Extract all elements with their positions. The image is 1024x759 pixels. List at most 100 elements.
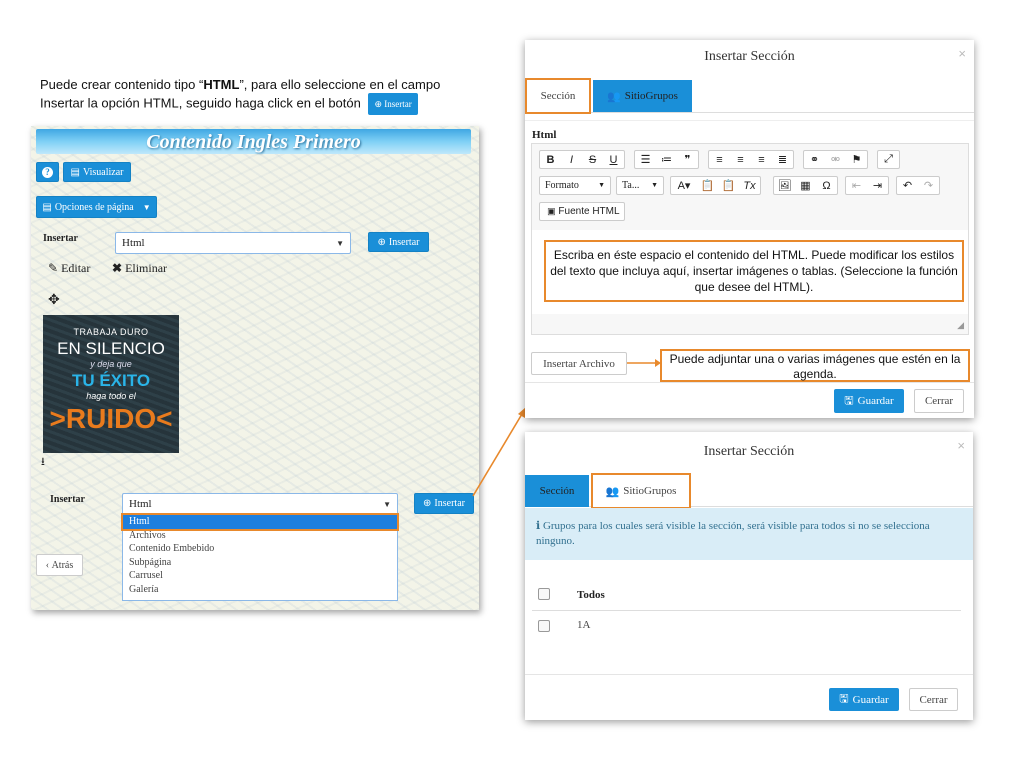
chevron-left-icon: ‹: [45, 559, 50, 571]
indent-toolbar: ⇤ ⇥: [845, 176, 889, 195]
close-icon[interactable]: ×: [958, 46, 966, 61]
remove-format-icon[interactable]: Tx: [739, 180, 760, 192]
editor-instruction-note: Escriba en éste espacio el contenido del…: [544, 240, 964, 302]
users-icon: 👥: [605, 485, 620, 498]
italic-icon[interactable]: I: [561, 154, 582, 166]
save-button[interactable]: 🖫 Guardar: [834, 389, 904, 413]
bold-icon[interactable]: B: [540, 154, 561, 166]
option-html[interactable]: Html: [121, 513, 399, 531]
list-toolbar: ☰ ≔ ❞: [634, 150, 699, 169]
content-image: TRABAJA DURO EN SILENCIO y deja que TU É…: [43, 315, 179, 453]
size-select[interactable]: Ta... ▼: [616, 176, 664, 195]
insert-section-dialog-1: Insertar Sección × Sección 👥 SitioGrupos …: [525, 40, 974, 418]
resize-handle-icon[interactable]: ◢: [957, 320, 964, 331]
pencil-icon: ✎: [48, 261, 59, 275]
close-icon: ✖: [112, 261, 123, 275]
insert-type-select-open[interactable]: Html ▼: [122, 493, 398, 515]
save-button[interactable]: 🖫 Guardar: [829, 688, 899, 711]
close-button[interactable]: Cerrar: [909, 688, 958, 711]
document-icon: ▤: [42, 201, 52, 213]
flag-icon[interactable]: ⚑: [846, 153, 867, 166]
plus-circle-icon: ⊕: [423, 498, 432, 509]
bullet-list-icon[interactable]: ☰: [635, 153, 656, 166]
delete-link[interactable]: ✖ Eliminar: [112, 261, 167, 276]
undo-icon[interactable]: ↶: [897, 179, 918, 192]
html-editor: BISU ☰ ≔ ❞ ≡ ≡ ≡ ≣ ⚭ ⚮ ⚑ ⤢ Formato ▼ Ta... ▼ A▾ 📋 📋…: [531, 143, 969, 335]
justify-icon[interactable]: ≣: [772, 153, 793, 166]
page-options-button[interactable]: ▤ Opciones de página ▼: [36, 196, 157, 218]
group-checkbox[interactable]: [538, 620, 550, 632]
caret-down-icon: ▼: [651, 182, 658, 189]
caret-down-icon: ▼: [383, 499, 391, 509]
image-text-5: haga todo el: [86, 391, 136, 401]
group-name: 1A: [577, 619, 591, 631]
option-contenido-embebido[interactable]: Contenido Embebido: [123, 542, 397, 556]
tab-sitiogrupos[interactable]: 👥 SitioGrupos: [591, 473, 691, 509]
insert-button-2[interactable]: ⊕ Insertar: [414, 493, 474, 514]
indent-icon[interactable]: ⇥: [867, 179, 888, 192]
file-instruction-note: Puede adjuntar una o varias imágenes que…: [660, 349, 970, 382]
unlink-icon[interactable]: ⚮: [825, 153, 846, 166]
tab-seccion[interactable]: Sección: [525, 475, 589, 507]
table-icon[interactable]: ▦: [795, 179, 816, 192]
plus-circle-icon: ⊕: [377, 236, 386, 248]
option-subpagina[interactable]: Subpágina: [123, 556, 397, 570]
intro-insert-button: ⊕ Insertar: [368, 93, 418, 115]
link-icon[interactable]: ⚭: [804, 153, 825, 166]
undo-toolbar: ↶ ↷: [896, 176, 940, 195]
note-arrow: [627, 359, 661, 367]
move-icon[interactable]: ✥: [48, 292, 60, 309]
omega-icon[interactable]: Ω: [816, 180, 837, 192]
insert-button[interactable]: ⊕ Insertar: [368, 232, 429, 252]
format-toolbar: BISU: [539, 150, 625, 169]
align-left-icon[interactable]: ≡: [709, 154, 730, 166]
save-icon: 🖫: [844, 394, 854, 407]
tab-seccion[interactable]: Sección: [525, 78, 591, 114]
close-icon[interactable]: ×: [957, 438, 965, 453]
paste-word-icon[interactable]: 📋: [718, 179, 739, 192]
tab-sitiogrupos[interactable]: 👥 SitioGrupos: [593, 80, 692, 112]
blockquote-icon[interactable]: ❞: [677, 153, 698, 166]
format-select[interactable]: Formato ▼: [539, 176, 611, 195]
numbered-list-icon[interactable]: ≔: [656, 153, 677, 166]
option-galeria[interactable]: Galería: [123, 583, 397, 597]
html-field-label: Html: [532, 129, 557, 141]
align-center-icon[interactable]: ≡: [730, 154, 751, 166]
image-text-1: TRABAJA DURO: [73, 327, 149, 337]
help-icon: ?: [42, 166, 53, 178]
source-html-button[interactable]: ▣ Fuente HTML: [539, 202, 625, 221]
image-text-6: >RUIDO<: [49, 403, 173, 434]
info-alert: ℹ Grupos para los cuales será visible la…: [525, 508, 973, 560]
insert-file-button[interactable]: Insertar Archivo: [531, 352, 627, 375]
help-button[interactable]: ?: [36, 162, 59, 182]
back-button[interactable]: ‹ Atrás: [36, 554, 83, 576]
save-icon: 🖫: [839, 693, 849, 705]
download-icon[interactable]: ⭳: [41, 453, 45, 472]
color-toolbar: A▾ 📋 📋 Tx: [670, 176, 761, 195]
connector-arrow: [472, 407, 526, 497]
redo-icon[interactable]: ↷: [918, 179, 939, 192]
edit-link[interactable]: ✎ Editar: [48, 261, 90, 276]
paste-icon[interactable]: 📋: [697, 179, 718, 192]
caret-down-icon: ▼: [336, 238, 344, 248]
dialog-title: Insertar Sección: [703, 444, 795, 459]
maximize-toolbar: ⤢: [877, 150, 900, 169]
insert-type-options: Html Archivos Contenido Embebido Subpági…: [121, 513, 399, 601]
insert-toolbar: 🖼 ▦ Ω: [773, 176, 838, 195]
dialog-title: Insertar Sección: [704, 49, 795, 64]
underline-icon[interactable]: U: [603, 154, 624, 166]
align-right-icon[interactable]: ≡: [751, 154, 772, 166]
document-icon: ▤: [70, 166, 80, 178]
text-color-icon[interactable]: A▾: [671, 179, 697, 192]
option-carrusel[interactable]: Carrusel: [123, 569, 397, 583]
maximize-icon[interactable]: ⤢: [878, 153, 899, 166]
select-all-checkbox[interactable]: [538, 588, 550, 600]
visualizar-button[interactable]: ▤ Visualizar: [63, 162, 131, 182]
insert-type-select[interactable]: Html ▼: [115, 232, 351, 254]
image-icon[interactable]: 🖼: [774, 179, 795, 192]
strikethrough-icon[interactable]: S: [582, 154, 603, 166]
close-button[interactable]: Cerrar: [914, 389, 964, 413]
option-archivos[interactable]: Archivos: [123, 529, 397, 543]
outdent-icon[interactable]: ⇤: [846, 179, 867, 192]
align-toolbar: ≡ ≡ ≡ ≣: [708, 150, 794, 169]
